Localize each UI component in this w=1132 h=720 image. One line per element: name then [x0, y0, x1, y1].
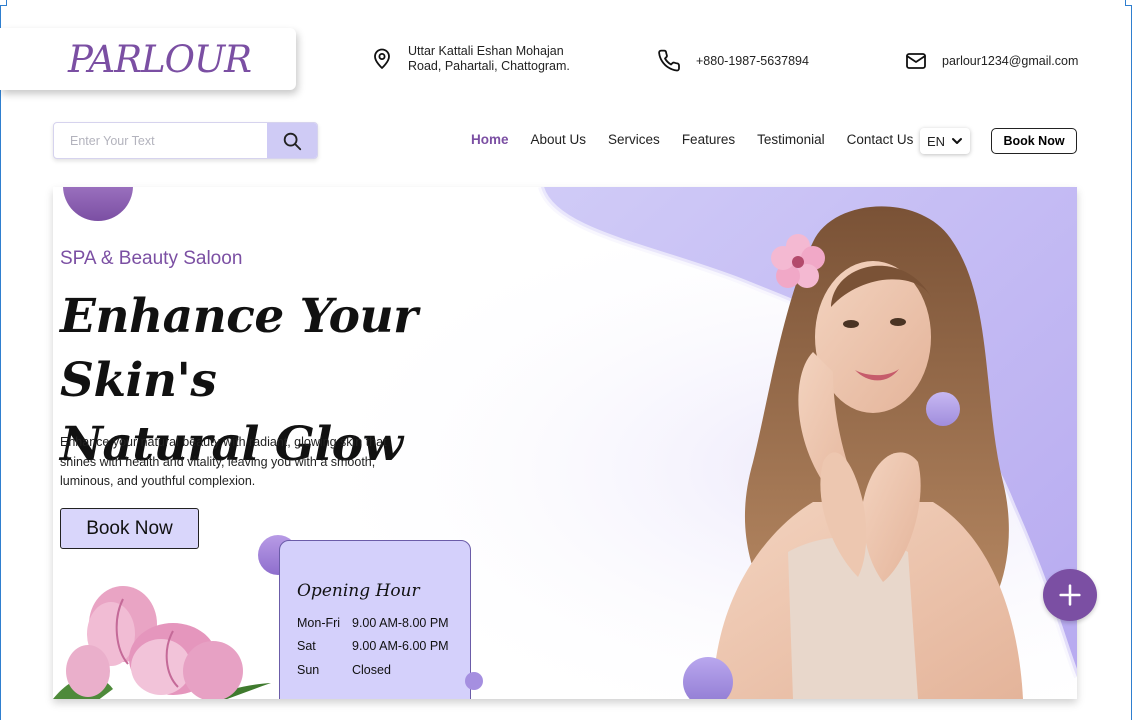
opening-hours-card: Opening Hour Mon-Fri 9.00 AM-8.00 PM Sat… — [279, 540, 471, 699]
hours-day: Mon-Fri — [297, 615, 341, 630]
language-select[interactable]: EN — [920, 128, 970, 154]
hours-time: 9.00 AM-6.00 PM — [352, 639, 449, 654]
hours-time: 9.00 AM-8.00 PM — [352, 615, 449, 630]
hours-row: Sat 9.00 AM-6.00 PM — [297, 635, 470, 659]
address-line1: Uttar Kattali Eshan Mohajan — [408, 44, 564, 58]
decorative-circle — [465, 672, 483, 690]
email-address[interactable]: parlour1234@gmail.com — [942, 54, 1078, 68]
search-input[interactable] — [54, 123, 267, 158]
opening-hours-title: Opening Hour — [297, 581, 420, 601]
frame-handle — [1125, 0, 1132, 6]
location-icon — [374, 48, 390, 69]
model-image — [713, 206, 1023, 699]
address-contact: Uttar Kattali Eshan Mohajan Road, Pahart… — [370, 44, 590, 74]
search-bar — [53, 122, 318, 159]
nav-services[interactable]: Services — [608, 132, 660, 147]
search-icon — [283, 132, 302, 150]
hours-day: Sat — [297, 639, 316, 654]
address-text: Uttar Kattali Eshan Mohajan Road, Pahart… — [408, 44, 570, 74]
book-now-button-header[interactable]: Book Now — [991, 128, 1077, 154]
nav-contact-us[interactable]: Contact Us — [847, 132, 914, 147]
logo[interactable]: PARLOUR — [68, 38, 252, 81]
decorative-circle — [926, 392, 960, 426]
nav-features[interactable]: Features — [682, 132, 735, 147]
phone-contact[interactable]: +880-1987-5637894 — [658, 49, 809, 73]
main-nav: Home About Us Services Features Testimon… — [471, 132, 913, 147]
book-now-button-hero[interactable]: Book Now — [60, 508, 199, 549]
search-button[interactable] — [267, 123, 317, 158]
hero-description: Enhance your natural beauty with radiant… — [60, 435, 387, 488]
nav-testimonial[interactable]: Testimonial — [757, 132, 825, 147]
address-line2: Road, Pahartali, Chattogram. — [408, 59, 570, 73]
hours-row: Sun Closed — [297, 658, 470, 682]
nav-about-us[interactable]: About Us — [531, 132, 587, 147]
hero-section: SPA & Beauty Saloon Enhance Your Skin's … — [53, 187, 1077, 699]
frame-handle — [0, 0, 7, 6]
chevron-down-icon — [952, 138, 963, 144]
decorative-circle — [683, 657, 733, 699]
tulip-image — [53, 586, 271, 699]
email-contact[interactable]: parlour1234@gmail.com — [904, 49, 1078, 73]
logo-card[interactable]: PARLOUR — [0, 28, 296, 90]
plus-icon — [1059, 584, 1081, 606]
hours-row: Mon-Fri 9.00 AM-8.00 PM — [297, 611, 470, 635]
mail-icon — [906, 53, 926, 69]
hours-time: Closed — [352, 662, 391, 677]
hours-day: Sun — [297, 662, 320, 677]
phone-number[interactable]: +880-1987-5637894 — [696, 54, 809, 68]
language-value: EN — [926, 133, 946, 149]
phone-icon — [658, 49, 680, 72]
nav-home[interactable]: Home — [471, 132, 509, 147]
floating-add-button[interactable] — [1043, 569, 1097, 621]
headline-line1: Enhance Your Skin's — [60, 289, 418, 408]
hero-subtitle: SPA & Beauty Saloon — [60, 248, 243, 269]
